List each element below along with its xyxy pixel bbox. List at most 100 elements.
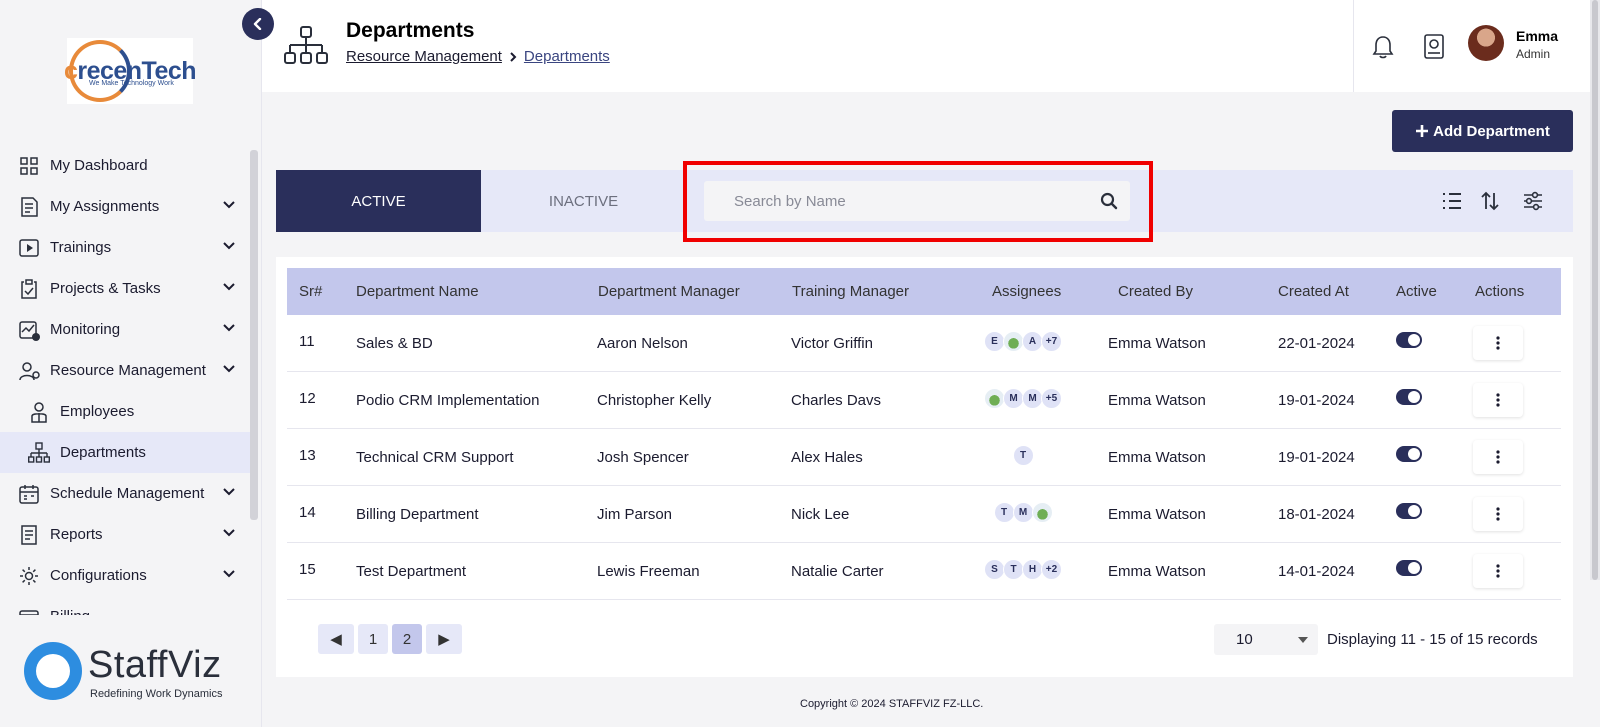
sidebar-item-label: Trainings (50, 239, 112, 256)
prev-page-button[interactable]: ◀ (318, 624, 354, 654)
plus-icon (1416, 125, 1429, 137)
department-manager-cell: Josh Spencer (597, 449, 689, 466)
column-header[interactable]: Assignees (992, 283, 1061, 300)
sidebar-item-label: Billing (50, 608, 90, 615)
row-actions-button[interactable] (1473, 440, 1523, 474)
assignee-avatars[interactable]: TM (993, 502, 1053, 523)
sidebar-item-label: Employees (60, 403, 135, 420)
bell-icon[interactable] (1371, 34, 1395, 60)
chevron-down-icon (223, 570, 235, 578)
sidebar-item-reports[interactable]: Reports (0, 514, 250, 555)
created-by-cell: Emma Watson (1108, 335, 1206, 352)
created-at-cell: 19-01-2024 (1278, 449, 1355, 466)
sidebar-item-label: My Assignments (50, 198, 160, 215)
sidebar-item-resource-management[interactable]: Resource Management (0, 350, 250, 391)
chevron-left-icon (253, 18, 262, 30)
breadcrumb-resource-management[interactable]: Resource Management (346, 48, 502, 65)
sidebar-scrollbar[interactable] (250, 150, 258, 520)
column-header[interactable]: Sr# (299, 283, 322, 300)
page-scrollbar[interactable] (1590, 0, 1600, 580)
search-input[interactable] (704, 181, 1084, 221)
active-toggle[interactable] (1396, 560, 1422, 576)
org-chart-icon (28, 441, 50, 464)
staffviz-logo: StaffViz Redefining Work Dynamics (24, 642, 244, 708)
sidebar-item-label: Resource Management (50, 362, 206, 379)
assignee-avatars[interactable]: E A +7 (984, 331, 1062, 352)
collapse-sidebar-button[interactable] (242, 8, 274, 40)
chevron-right-icon (510, 51, 517, 62)
column-header[interactable]: Department Name (356, 283, 479, 300)
sort-icon[interactable] (1480, 190, 1500, 212)
sidebar-item-my-assignments[interactable]: My Assignments (0, 186, 250, 227)
column-header[interactable]: Created At (1278, 283, 1349, 300)
list-view-icon[interactable] (1441, 190, 1463, 212)
active-toggle[interactable] (1396, 446, 1422, 462)
search-icon[interactable] (1100, 192, 1118, 210)
avatar[interactable] (1468, 25, 1504, 61)
row-actions-button[interactable] (1473, 497, 1523, 531)
billing-icon (18, 606, 40, 615)
user-name: Emma (1516, 28, 1559, 44)
records-summary: Displaying 11 - 15 of 15 records (1327, 631, 1538, 648)
created-by-cell: Emma Watson (1108, 563, 1206, 580)
company-logo: crecenTech We Make Technology Work (64, 38, 197, 104)
column-header[interactable]: Created By (1118, 283, 1193, 300)
filter-toolbar: ACTIVE INACTIVE (276, 170, 1573, 232)
kebab-icon (1496, 450, 1500, 464)
sidebar-item-projects-tasks[interactable]: Projects & Tasks (0, 268, 250, 309)
sidebar-item-label: Monitoring (50, 321, 121, 338)
kebab-icon (1496, 507, 1500, 521)
sidebar-item-label: Departments (60, 444, 146, 461)
sidebar-item-configurations[interactable]: Configurations (0, 555, 250, 596)
filter-sliders-icon[interactable] (1522, 190, 1544, 212)
monitoring-icon (18, 319, 40, 341)
sidebar-item-schedule-management[interactable]: Schedule Management (0, 473, 250, 514)
staffviz-mark (24, 642, 82, 700)
sidebar-item-employees[interactable]: Employees (0, 391, 250, 432)
sidebar-item-billing[interactable]: Billing (0, 596, 250, 615)
row-actions-button[interactable] (1473, 383, 1523, 417)
department-manager-cell: Christopher Kelly (597, 392, 712, 409)
handbook-icon[interactable] (1422, 33, 1446, 61)
row-actions-button[interactable] (1473, 554, 1523, 588)
breadcrumb-departments[interactable]: Departments (524, 48, 610, 65)
department-name-cell: Billing Department (356, 506, 479, 523)
tab-inactive[interactable]: INACTIVE (481, 170, 686, 232)
table-row[interactable]: 15 Test Department Lewis Freeman Natalie Ca… (287, 543, 1561, 600)
active-toggle[interactable] (1396, 332, 1422, 348)
page-size-select[interactable]: 10 (1214, 624, 1318, 655)
kebab-icon (1496, 393, 1500, 407)
active-toggle[interactable] (1396, 503, 1422, 519)
department-name-cell: Technical CRM Support (356, 449, 514, 466)
sidebar-item-my-dashboard[interactable]: My Dashboard (0, 145, 250, 186)
column-header[interactable]: Active (1396, 283, 1437, 300)
table-row[interactable]: 11 Sales & BD Aaron Nelson Victor Griffin Em… (287, 315, 1561, 372)
sidebar-item-trainings[interactable]: Trainings (0, 227, 250, 268)
column-header[interactable]: Training Manager (792, 283, 909, 300)
department-name-cell: Test Department (356, 563, 467, 580)
column-header[interactable]: Actions (1475, 283, 1524, 300)
department-manager-cell: Lewis Freeman (597, 563, 700, 580)
column-header[interactable]: Department Manager (598, 283, 740, 300)
assignee-avatars[interactable]: M M +5 (984, 388, 1062, 409)
add-department-button[interactable]: Add Department (1392, 110, 1573, 152)
assignee-avatar: +2 (1041, 559, 1062, 580)
assignee-avatars[interactable]: T (1012, 445, 1034, 466)
active-toggle[interactable] (1396, 389, 1422, 405)
reports-icon (18, 524, 40, 546)
row-actions-button[interactable] (1473, 326, 1523, 360)
table-row[interactable]: 13 Technical CRM Support Josh Spencer Alex … (287, 429, 1561, 486)
sidebar-item-monitoring[interactable]: Monitoring (0, 309, 250, 350)
sidebar-item-departments[interactable]: Departments (0, 432, 250, 473)
next-page-button[interactable]: ▶ (426, 624, 462, 654)
table-row[interactable]: 14 Billing Department Jim Parson Nick Lee Em… (287, 486, 1561, 543)
page-2-button[interactable]: 2 (392, 624, 422, 654)
page-1-button[interactable]: 1 (358, 624, 388, 654)
calendar-icon (18, 483, 40, 505)
caret-down-icon (1298, 637, 1308, 643)
created-at-cell: 14-01-2024 (1278, 563, 1355, 580)
table-row[interactable]: 12 Podio CRM Implementation Christopher Ke… (287, 372, 1561, 429)
assignee-avatar: S (984, 559, 1005, 580)
assignee-avatars[interactable]: S T H +2 (984, 559, 1062, 580)
tab-active[interactable]: ACTIVE (276, 170, 481, 232)
